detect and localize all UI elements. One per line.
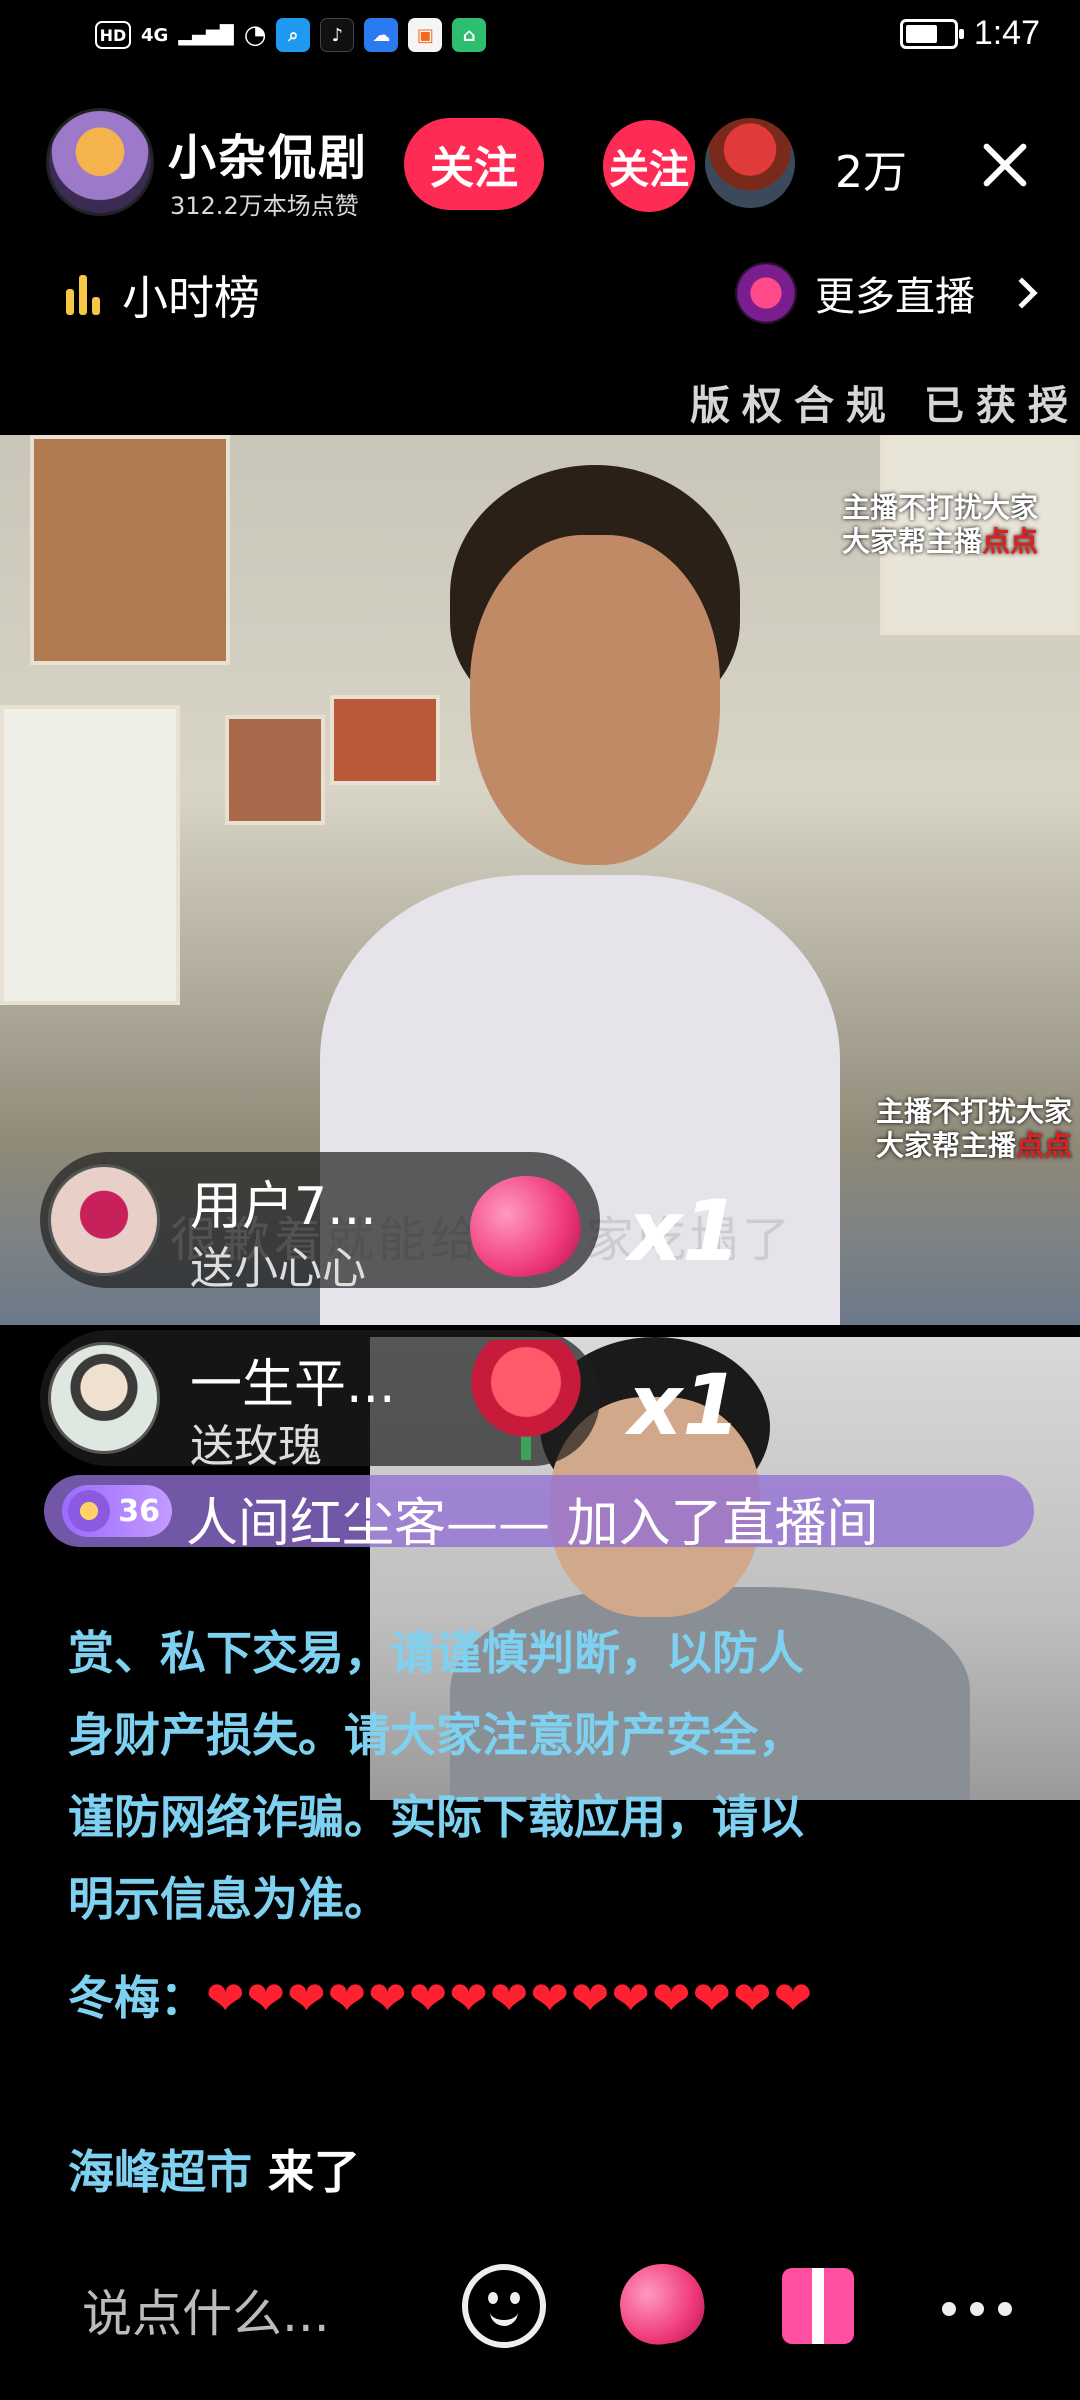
- gift-user-avatar[interactable]: [48, 1164, 160, 1276]
- chevron-right-icon: [1006, 277, 1038, 309]
- video-app-icon: ▣: [408, 18, 443, 52]
- chat-message[interactable]: 海峰超市 来了: [68, 2136, 360, 2208]
- follow-guest-button[interactable]: 关注: [603, 120, 695, 212]
- network-icon: 4G: [141, 24, 169, 46]
- wall-poster: [225, 715, 325, 825]
- chat-system-notice: 赏、私下交易，请谨慎判断，以防人身财产损失。请大家注意财产安全，谨防网络诈骗。实…: [68, 1626, 804, 1926]
- copyright-banner: 版权合规 已获授: [690, 383, 1080, 429]
- host-avatar[interactable]: [46, 108, 154, 216]
- comment-input[interactable]: 说点什么...: [82, 2274, 330, 2346]
- hourly-rank[interactable]: 小时榜: [66, 262, 260, 328]
- home-app-icon: ⌂: [452, 18, 487, 52]
- host-name[interactable]: 小杂侃剧: [168, 118, 368, 188]
- rank-label: 小时榜: [122, 271, 260, 325]
- viewer-count[interactable]: 2万: [835, 136, 907, 200]
- rose-gift-icon: [466, 1340, 586, 1460]
- gift-count: x1: [628, 1182, 741, 1280]
- hd-icon: HD: [95, 21, 131, 49]
- more-live-button[interactable]: 更多直播: [735, 262, 1038, 324]
- live-planet-icon: [735, 262, 797, 324]
- user-level-badge: 36: [62, 1485, 172, 1537]
- video-watermark-top: 主播不打扰大家 大家帮主播点点: [842, 491, 1039, 558]
- battery-icon: [899, 18, 964, 49]
- host-likes: 312.2万本场点赞: [170, 192, 359, 220]
- live-header: 小杂侃剧 312.2万本场点赞 关注 关注 2万: [0, 100, 1080, 230]
- bottom-bar: 说点什么...: [0, 2250, 1080, 2370]
- gift-box-icon[interactable]: [782, 2268, 854, 2344]
- wall-poster: [30, 435, 230, 665]
- gift-user-avatar[interactable]: [48, 1342, 160, 1454]
- gift-user-name[interactable]: 一生平...: [190, 1342, 396, 1417]
- signal-icon: ▂▄▆█: [178, 24, 234, 46]
- status-bar: HD 4G ▂▄▆█ ◔ ⌕ ♪ ☁ ▣ ⌂ 1:47: [0, 0, 1080, 80]
- gift-user-name[interactable]: 用户7...: [190, 1164, 377, 1239]
- cloud-icon: ☁: [364, 18, 399, 52]
- wifi-icon: ◔: [243, 20, 267, 50]
- follow-button[interactable]: 关注: [404, 118, 544, 210]
- search-app-icon: ⌕: [276, 18, 311, 52]
- join-notice: 36 人间红尘客—— 加入了直播间: [44, 1475, 1034, 1554]
- chat-user[interactable]: 海峰超市: [68, 2145, 252, 2199]
- chat-message[interactable]: 冬梅：❤❤❤❤❤❤❤❤❤❤❤❤❤❤❤: [68, 1962, 868, 2034]
- close-icon[interactable]: [980, 140, 1030, 190]
- rank-bars-icon: [66, 275, 100, 315]
- more-icon[interactable]: [942, 2302, 1012, 2316]
- tiktok-icon: ♪: [320, 18, 355, 52]
- video-watermark-bottom: 主播不打扰大家 大家帮主播点点: [876, 1095, 1073, 1162]
- emoji-icon[interactable]: [462, 2264, 546, 2348]
- status-icons: HD 4G ▂▄▆█ ◔ ⌕ ♪ ☁ ▣ ⌂: [95, 18, 487, 52]
- chat-text: 来了: [268, 2145, 361, 2199]
- chat-text: ❤❤❤❤❤❤❤❤❤❤❤❤❤❤❤: [206, 1971, 815, 2025]
- more-live-label: 更多直播: [815, 274, 975, 320]
- clock: 1:47: [973, 14, 1040, 52]
- wall-paper: [0, 705, 180, 1005]
- like-heart-icon[interactable]: [614, 2258, 710, 2350]
- chat-user[interactable]: 冬梅：: [68, 1971, 206, 2025]
- viewer-avatar[interactable]: [705, 118, 795, 208]
- join-text: 人间红尘客—— 加入了直播间: [186, 1494, 879, 1554]
- gift-action: 送小心心: [190, 1243, 366, 1294]
- gift-count: x1: [628, 1356, 741, 1454]
- gift-action: 送玫瑰: [190, 1421, 322, 1472]
